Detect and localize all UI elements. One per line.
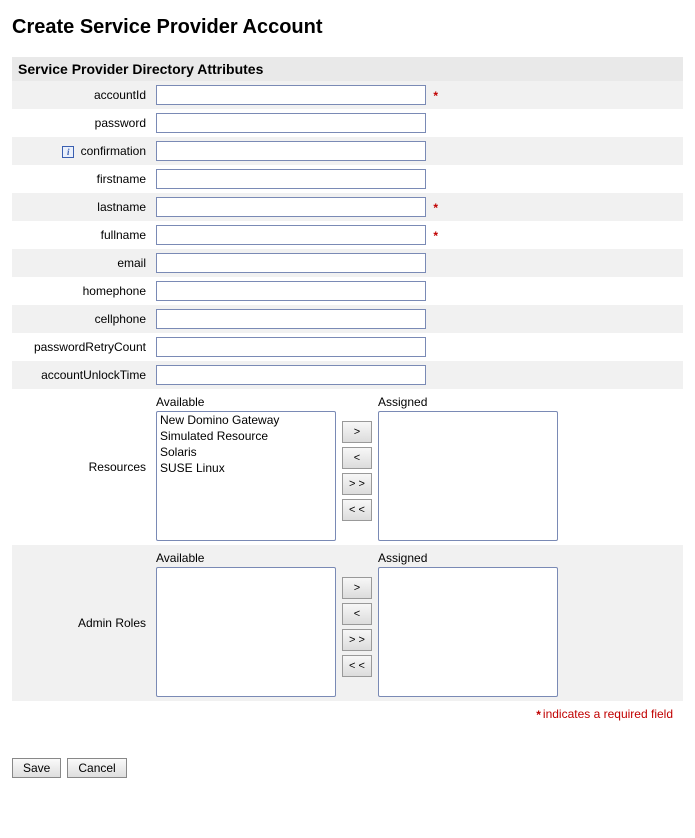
cellphone-label: cellphone xyxy=(95,312,146,326)
accountid-label: accountId xyxy=(94,88,146,102)
passwordretrycount-label: passwordRetryCount xyxy=(34,340,146,354)
fullname-input[interactable] xyxy=(156,225,426,245)
resources-remove-all-button[interactable]: < < xyxy=(342,499,372,521)
adminroles-dual-list: Available > < > > < < Assigned xyxy=(156,549,679,697)
resources-available-label: Available xyxy=(156,395,336,409)
lastname-label: lastname xyxy=(97,200,146,214)
attributes-table: accountId * password i confirmation firs… xyxy=(12,81,683,701)
accountunlocktime-label: accountUnlockTime xyxy=(41,368,146,382)
cellphone-input[interactable] xyxy=(156,309,426,329)
section-header: Service Provider Directory Attributes xyxy=(12,57,683,81)
adminroles-remove-all-button[interactable]: < < xyxy=(342,655,372,677)
required-asterisk: * xyxy=(433,229,438,243)
list-item[interactable]: New Domino Gateway xyxy=(157,412,335,428)
adminroles-add-all-button[interactable]: > > xyxy=(342,629,372,651)
password-label: password xyxy=(95,116,146,130)
list-item[interactable]: SUSE Linux xyxy=(157,460,335,476)
required-asterisk: * xyxy=(433,201,438,215)
adminroles-available-label: Available xyxy=(156,551,336,565)
adminroles-available-list[interactable] xyxy=(156,567,336,697)
resources-assigned-list[interactable] xyxy=(378,411,558,541)
required-field-note: *indicates a required field xyxy=(12,701,683,732)
confirmation-label: confirmation xyxy=(81,144,146,158)
save-button[interactable]: Save xyxy=(12,758,61,778)
list-item[interactable]: Solaris xyxy=(157,444,335,460)
email-label: email xyxy=(117,256,146,270)
homephone-label: homephone xyxy=(83,284,146,298)
adminroles-assigned-label: Assigned xyxy=(378,551,558,565)
list-item[interactable]: Simulated Resource xyxy=(157,428,335,444)
accountunlocktime-input[interactable] xyxy=(156,365,426,385)
resources-assigned-label: Assigned xyxy=(378,395,558,409)
required-asterisk: * xyxy=(433,89,438,103)
adminroles-assigned-list[interactable] xyxy=(378,567,558,697)
password-input[interactable] xyxy=(156,113,426,133)
lastname-input[interactable] xyxy=(156,197,426,217)
firstname-label: firstname xyxy=(97,172,146,186)
accountid-input[interactable] xyxy=(156,85,426,105)
adminroles-label: Admin Roles xyxy=(78,616,146,630)
fullname-label: fullname xyxy=(101,228,146,242)
resources-add-button[interactable]: > xyxy=(342,421,372,443)
page-title: Create Service Provider Account xyxy=(12,16,683,39)
passwordretrycount-input[interactable] xyxy=(156,337,426,357)
resources-add-all-button[interactable]: > > xyxy=(342,473,372,495)
resources-remove-button[interactable]: < xyxy=(342,447,372,469)
resources-label: Resources xyxy=(89,460,146,474)
resources-dual-list: Available New Domino GatewaySimulated Re… xyxy=(156,393,679,541)
adminroles-remove-button[interactable]: < xyxy=(342,603,372,625)
email-input[interactable] xyxy=(156,253,426,273)
resources-available-list[interactable]: New Domino GatewaySimulated ResourceSola… xyxy=(156,411,336,541)
homephone-input[interactable] xyxy=(156,281,426,301)
info-icon[interactable]: i xyxy=(62,146,74,158)
cancel-button[interactable]: Cancel xyxy=(67,758,126,778)
adminroles-add-button[interactable]: > xyxy=(342,577,372,599)
firstname-input[interactable] xyxy=(156,169,426,189)
confirmation-input[interactable] xyxy=(156,141,426,161)
